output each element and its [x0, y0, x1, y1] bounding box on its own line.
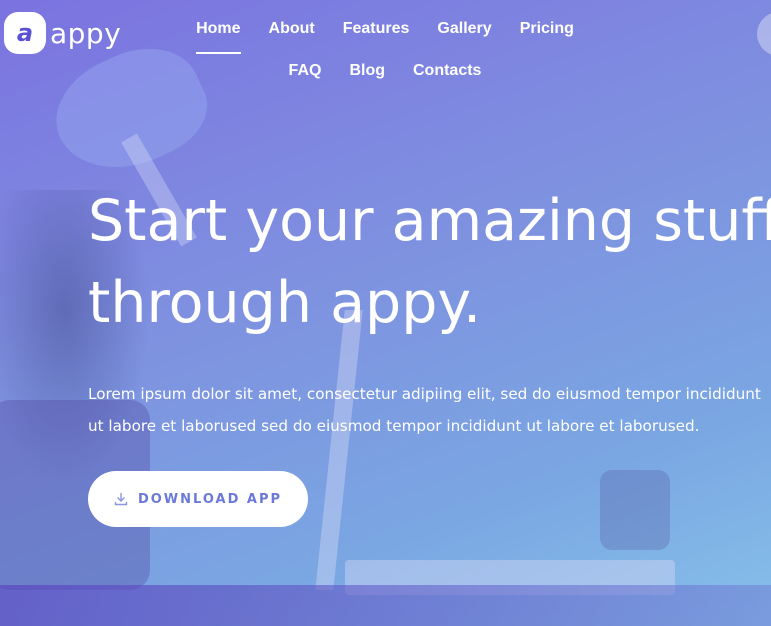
nav-item-gallery[interactable]: Gallery [423, 18, 505, 40]
nav-item-pricing[interactable]: Pricing [506, 18, 588, 40]
nav-item-contacts[interactable]: Contacts [399, 60, 495, 82]
nav-item-blog[interactable]: Blog [335, 60, 399, 82]
nav-item-home[interactable]: Home [182, 18, 254, 54]
download-app-label: DOWNLOAD APP [137, 491, 283, 507]
hero-title-line-1: Start your amazing stuff [88, 188, 771, 254]
main-nav: Home About Features Gallery Pricing FAQ … [175, 18, 595, 82]
laptop-screen [315, 310, 363, 590]
nav-item-about[interactable]: About [255, 18, 329, 40]
table [0, 585, 771, 626]
hero-description: Lorem ipsum dolor sit amet, consectetur … [88, 385, 761, 435]
hero-title-line-2: through appy. [88, 270, 482, 336]
corner-circle [757, 12, 771, 56]
download-app-button[interactable]: DOWNLOAD APP [88, 471, 308, 527]
hero-title: Start your amazing stuff through appy. [88, 180, 771, 344]
cup [600, 470, 670, 550]
nav-item-features[interactable]: Features [329, 18, 424, 40]
logo-text: appy [50, 16, 122, 50]
nav-item-faq[interactable]: FAQ [275, 60, 336, 82]
download-icon [114, 492, 128, 506]
logo[interactable]: a appy [4, 12, 121, 54]
logo-badge: a [4, 12, 46, 54]
